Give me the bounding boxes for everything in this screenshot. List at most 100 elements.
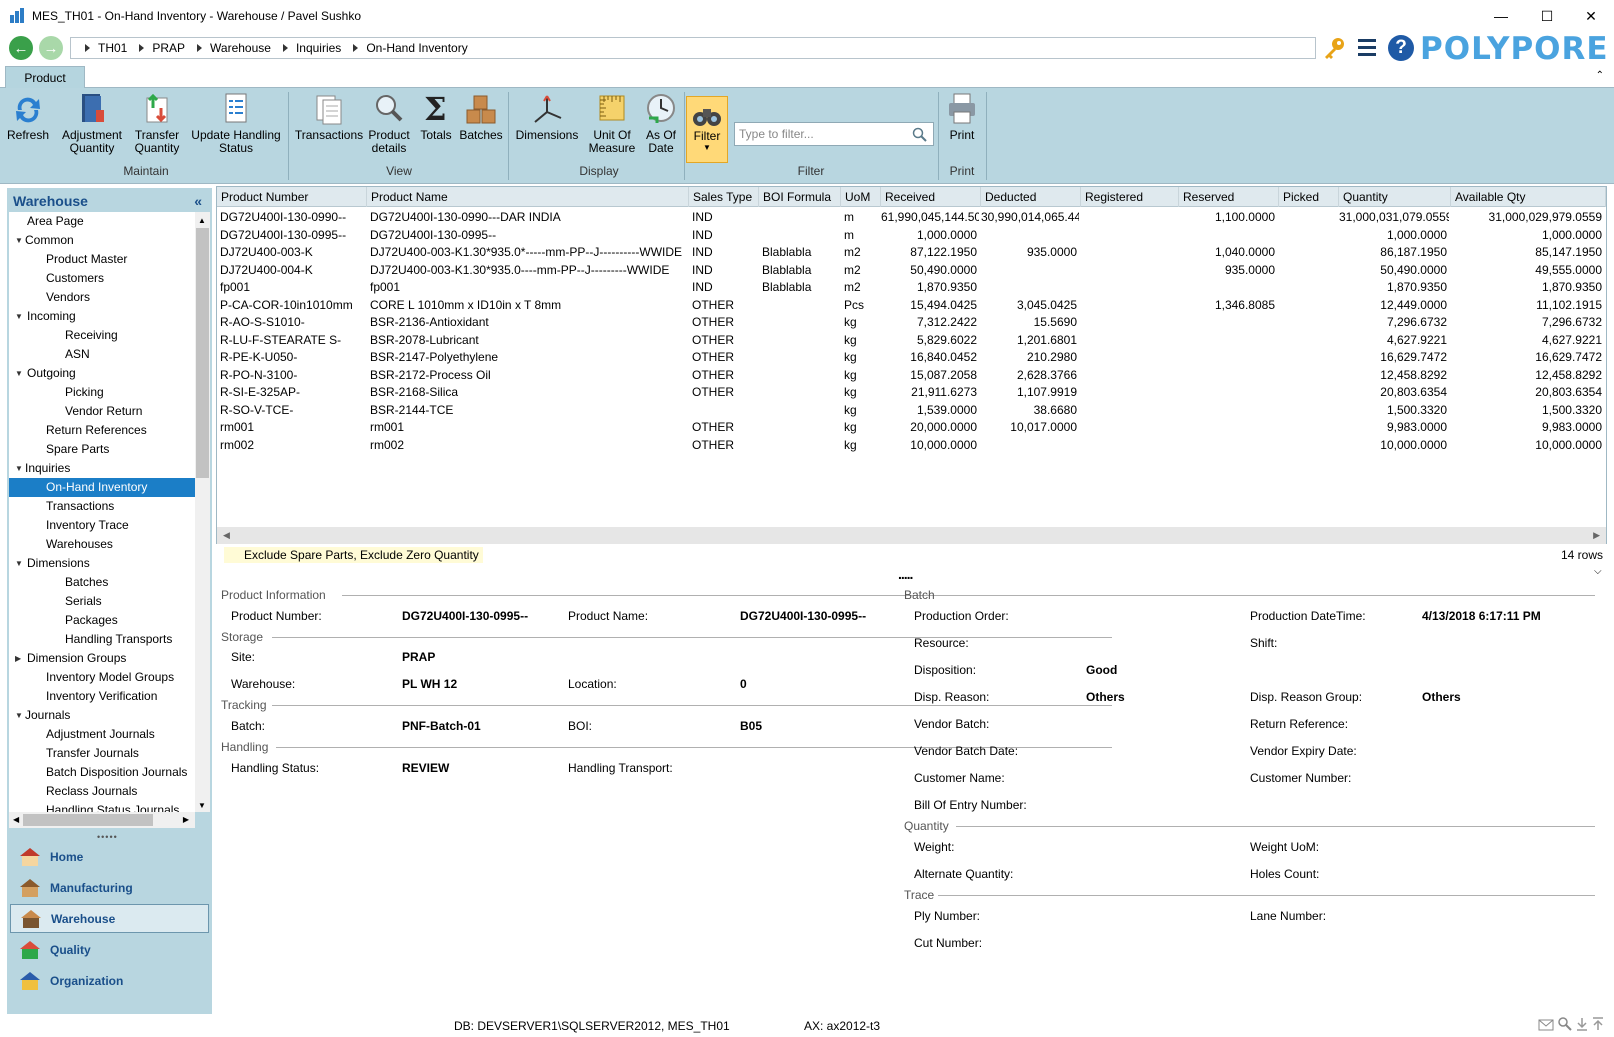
tree-item[interactable]: Inventory Model Groups — [9, 668, 195, 687]
breadcrumb-item[interactable]: PRAP — [139, 41, 185, 55]
minimize-button[interactable]: — — [1478, 0, 1524, 32]
tree-item[interactable]: ▼ Outgoing — [9, 364, 195, 383]
column-header[interactable]: Deducted — [981, 187, 1081, 207]
tree-item[interactable]: Reclass Journals — [9, 782, 195, 801]
filter-input[interactable]: Type to filter... — [734, 122, 934, 146]
tree-item[interactable]: Product Master — [9, 250, 195, 269]
transactions-button[interactable]: Transactions — [294, 92, 364, 142]
column-header[interactable]: Reserved — [1179, 187, 1279, 207]
tree-item[interactable]: Return References — [9, 421, 195, 440]
column-header[interactable]: Quantity — [1339, 187, 1451, 207]
mail-icon[interactable] — [1538, 1019, 1554, 1031]
transfer-quantity-button[interactable]: Transfer Quantity — [130, 92, 184, 155]
tree-item[interactable]: Customers — [9, 269, 195, 288]
filter-button[interactable]: Filter ▼ — [686, 96, 728, 163]
tree-horizontal-scrollbar[interactable]: ◀ ▶ — [9, 812, 195, 828]
grid-horizontal-scrollbar[interactable]: ◀ ▶ — [217, 527, 1606, 544]
tree-item[interactable]: On-Hand Inventory — [9, 478, 195, 497]
tree-item[interactable]: ASN — [9, 345, 195, 364]
tree-item[interactable]: Picking — [9, 383, 195, 402]
batches-button[interactable]: Batches — [458, 92, 504, 142]
table-row[interactable]: P-CA-COR-10in1010mm CORE L 1010mm x ID10i… — [217, 296, 1606, 314]
table-row[interactable]: R-LU-F-STEARATE S- BSR-2078-Lubricant OTHE… — [217, 331, 1606, 349]
column-header[interactable]: Available Qty — [1451, 187, 1606, 207]
breadcrumb-item[interactable]: On-Hand Inventory — [353, 41, 468, 55]
key-icon[interactable] — [1322, 36, 1346, 60]
totals-button[interactable]: Σ Totals — [416, 92, 456, 142]
table-row[interactable]: rm002 rm002 OTHER kg 10,000.0000 10,000.0000 1… — [217, 436, 1606, 454]
tree-item[interactable]: ▼ Common — [9, 231, 195, 250]
download-icon[interactable] — [1576, 1017, 1588, 1031]
table-row[interactable]: R-SO-V-TCE- BSR-2144-TCE kg 1,539.0000 38.66… — [217, 401, 1606, 419]
dimensions-button[interactable]: Dimensions — [514, 92, 580, 142]
tree-item[interactable]: Adjustment Journals — [9, 725, 195, 744]
tree-item[interactable]: Handling Transports — [9, 630, 195, 649]
tree-item[interactable]: ▼ Journals — [9, 706, 195, 725]
table-row[interactable]: R-SI-E-325AP- BSR-2168-Silica OTHER kg 21,91… — [217, 383, 1606, 401]
table-row[interactable]: R-PE-K-U050- BSR-2147-Polyethylene OTHER kg… — [217, 348, 1606, 366]
column-header[interactable]: Picked — [1279, 187, 1339, 207]
forward-arrow-icon[interactable]: → — [39, 36, 63, 60]
adjustment-quantity-button[interactable]: Adjustment Quantity — [60, 92, 124, 155]
search-icon[interactable] — [1558, 1017, 1572, 1031]
tree-item[interactable]: ▼ Inquiries — [9, 459, 195, 478]
print-button[interactable]: Print — [942, 92, 982, 142]
collapse-tree-icon[interactable]: ▼ — [15, 231, 23, 250]
breadcrumb-item[interactable]: TH01 — [85, 41, 127, 55]
table-row[interactable]: DG72U400I-130-0990-- DG72U400I-130-0990--… — [217, 208, 1606, 226]
back-arrow-icon[interactable]: ← — [9, 36, 33, 60]
tree-item[interactable]: Inventory Verification — [9, 687, 195, 706]
tree-item[interactable]: ▶ Dimension Groups — [9, 649, 195, 668]
column-header[interactable]: Product Name — [367, 187, 689, 207]
column-header[interactable]: Registered — [1081, 187, 1179, 207]
collapse-tree-icon[interactable]: ▼ — [15, 706, 23, 725]
table-row[interactable]: rm001 rm001 OTHER kg 20,000.0000 10,017.0000 9… — [217, 418, 1606, 436]
table-row[interactable]: DG72U400I-130-0995-- DG72U400I-130-0995--… — [217, 226, 1606, 244]
tree-item[interactable]: Packages — [9, 611, 195, 630]
tree-item[interactable]: Inventory Trace — [9, 516, 195, 535]
tree-item[interactable]: Area Page — [9, 212, 195, 231]
nav-quality[interactable]: Quality — [10, 935, 209, 964]
nav-warehouse[interactable]: Warehouse — [10, 904, 209, 933]
tree-item[interactable]: Transactions — [9, 497, 195, 516]
filter-summary[interactable]: Exclude Spare Parts, Exclude Zero Quanti… — [224, 547, 483, 563]
breadcrumb-item[interactable]: Inquiries — [282, 41, 341, 55]
tree-item[interactable]: Warehouses — [9, 535, 195, 554]
nav-home[interactable]: Home — [10, 842, 209, 871]
table-row[interactable]: R-PO-N-3100- BSR-2172-Process Oil OTHER kg 1… — [217, 366, 1606, 384]
collapse-tree-icon[interactable]: ▼ — [15, 459, 23, 478]
as-of-date-button[interactable]: As Of Date — [642, 92, 680, 155]
chevron-up-icon[interactable]: ⌃ — [1596, 70, 1604, 81]
tree-item[interactable]: Receiving — [9, 326, 195, 345]
update-handling-status-button[interactable]: Update Handling Status — [188, 92, 284, 155]
tree-item[interactable]: Serials — [9, 592, 195, 611]
collapse-tree-icon[interactable]: ▼ — [15, 364, 23, 383]
tree-item[interactable]: Batches — [9, 573, 195, 592]
tree-item[interactable]: ▼ Dimensions — [9, 554, 195, 573]
collapse-tree-icon[interactable]: ▼ — [15, 307, 23, 326]
tree-item[interactable]: Batch Disposition Journals — [9, 763, 195, 782]
maximize-button[interactable]: ☐ — [1524, 0, 1570, 32]
expand-icon[interactable]: ▶ — [15, 649, 21, 668]
tree-item[interactable]: Vendors — [9, 288, 195, 307]
collapse-icon[interactable]: « — [194, 193, 202, 209]
chevron-down-icon[interactable]: ⌵ — [1594, 566, 1602, 577]
table-row[interactable]: DJ72U400-004-K DJ72U400-003-K1.30*935.0--… — [217, 261, 1606, 279]
breadcrumb-item[interactable]: Warehouse — [197, 41, 271, 55]
table-row[interactable]: DJ72U400-003-K DJ72U400-003-K1.30*935.0*-… — [217, 243, 1606, 261]
column-header[interactable]: Received — [881, 187, 981, 207]
help-icon[interactable]: ? — [1388, 35, 1414, 61]
nav-manufacturing[interactable]: Manufacturing — [10, 873, 209, 902]
menu-icon[interactable] — [1358, 39, 1376, 57]
tree-item[interactable]: Spare Parts — [9, 440, 195, 459]
collapse-tree-icon[interactable]: ▼ — [15, 554, 23, 573]
unit-of-measure-button[interactable]: Unit Of Measure — [586, 92, 638, 155]
close-button[interactable]: ✕ — [1568, 0, 1614, 32]
upload-icon[interactable] — [1592, 1017, 1604, 1031]
refresh-button[interactable]: Refresh — [6, 92, 50, 142]
product-details-button[interactable]: Product details — [366, 92, 412, 155]
tree-item[interactable]: Transfer Journals — [9, 744, 195, 763]
tree-vertical-scrollbar[interactable]: ▲ ▼ — [195, 212, 210, 812]
tree-item[interactable]: Vendor Return — [9, 402, 195, 421]
tree-item[interactable]: Handling Status Journals — [9, 801, 195, 812]
